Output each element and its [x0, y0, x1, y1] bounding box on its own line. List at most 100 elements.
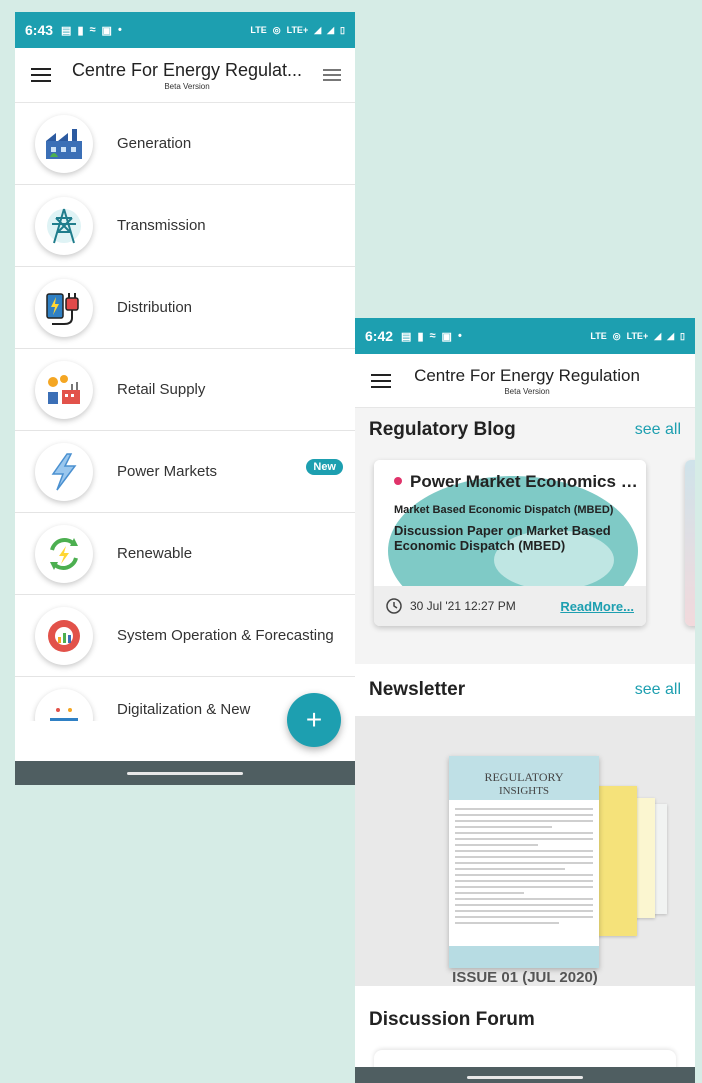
phone-screen-categories: 6:43 ▤ ▮ ≈ ▣ • LTE ◎ LTE+ ◢ ◢ ▯ Centre F… — [15, 12, 355, 785]
blog-card[interactable]: Power Market Economics a... Market Based… — [374, 460, 646, 626]
gear-chart-icon — [35, 606, 93, 665]
cloud-icon: ≈ — [429, 330, 436, 342]
category-item-power-markets[interactable]: Power Markets New — [15, 431, 355, 513]
category-label: Generation — [117, 135, 192, 152]
factory-icon — [35, 114, 93, 173]
digital-icon — [35, 689, 93, 721]
battery-saver-icon: ▮ — [417, 330, 424, 343]
category-label: System Operation & Forecasting — [117, 627, 334, 644]
category-item-retail-supply[interactable]: Retail Supply — [15, 349, 355, 431]
status-bar: 6:42 ▤ ▮ ≈ ▣ • LTE ◎ LTE+ ◢ ◢ ▯ — [355, 318, 695, 354]
category-label: Renewable — [117, 545, 193, 562]
category-item-renewable[interactable]: Renewable — [15, 513, 355, 595]
menu-icon[interactable] — [31, 68, 51, 82]
newsletter-see-all-link[interactable]: see all — [635, 681, 681, 699]
home-gesture-handle[interactable] — [467, 1076, 583, 1079]
lte-plus-label: LTE+ — [286, 25, 309, 35]
menu-icon[interactable] — [371, 373, 391, 388]
status-system-icons: LTE ◎ LTE+ ◢ ◢ ▯ — [250, 25, 345, 36]
section-title: Newsletter — [369, 679, 466, 700]
section-title: Regulatory Blog — [369, 419, 516, 440]
cloud-icon: ≈ — [89, 24, 96, 36]
phone-screen-home: 6:42 ▤ ▮ ≈ ▣ • LTE ◎ LTE+ ◢ ◢ ▯ Centre F… — [355, 318, 695, 1083]
battery-saver-icon: ▮ — [77, 24, 84, 37]
page-title: Centre For Energy Regulation — [414, 365, 640, 385]
page-subtitle: Beta Version — [164, 81, 210, 91]
system-nav-bar — [355, 1067, 695, 1083]
category-item-generation[interactable]: Generation — [15, 103, 355, 185]
home-gesture-handle[interactable] — [127, 771, 243, 775]
battery-icon: ▯ — [340, 24, 345, 35]
section-header: Newsletter see all — [355, 678, 695, 702]
cover-masthead: REGULATORY INSIGHTS — [449, 756, 599, 800]
dot-icon: • — [457, 330, 462, 342]
section-header: Discussion Forum — [355, 1008, 695, 1032]
category-item-system-operation[interactable]: System Operation & Forecasting — [15, 595, 355, 677]
read-more-link[interactable]: ReadMore... — [560, 599, 634, 614]
newsletter-carousel[interactable]: REGULATORY INSIGHTS ISSUE 01 (JUL 2020) — [355, 716, 695, 986]
list-view-icon[interactable] — [323, 69, 341, 81]
volte-label: LTE — [250, 25, 267, 35]
category-label: Retail Supply — [117, 381, 206, 398]
newsletter-cover[interactable]: REGULATORY INSIGHTS — [449, 756, 599, 968]
new-badge: New — [306, 459, 343, 475]
lte-plus-label: LTE+ — [626, 331, 649, 341]
page-subtitle: Beta Version — [504, 386, 550, 396]
dot-icon: • — [117, 24, 122, 36]
app-icon: ▣ — [441, 330, 452, 343]
volte-label: LTE — [590, 331, 607, 341]
status-notification-icons: ▤ ▮ ≈ ▣ • — [401, 330, 462, 343]
hotspot-icon: ◎ — [612, 330, 621, 341]
app-bar-titles: Centre For Energy Regulat... Beta Versio… — [51, 60, 323, 91]
status-notification-icons: ▤ ▮ ≈ ▣ • — [61, 24, 122, 37]
category-item-distribution[interactable]: Distribution — [15, 267, 355, 349]
category-list: Generation Transmission Distribution Ret… — [15, 103, 355, 721]
category-label: Transmission — [117, 217, 206, 234]
clock-icon — [386, 598, 402, 614]
status-system-icons: LTE ◎ LTE+ ◢ ◢ ▯ — [590, 331, 685, 342]
retail-supply-icon — [35, 360, 93, 419]
blog-subtitle: Market Based Economic Dispatch (MBED) — [394, 504, 614, 516]
category-label: Distribution — [117, 299, 193, 316]
cover-text-lines — [449, 800, 599, 936]
message-icon: ▤ — [61, 24, 72, 37]
dot-icon — [394, 476, 402, 485]
signal-icon-2: ◢ — [667, 330, 675, 341]
section-header: Regulatory Blog see all — [355, 418, 695, 442]
system-nav-bar — [15, 761, 355, 785]
signal-icon: ◢ — [314, 24, 322, 35]
blog-card-image: Power Market Economics a... Market Based… — [374, 460, 646, 586]
cover-footer — [449, 946, 599, 968]
add-button[interactable]: + — [287, 693, 341, 747]
signal-icon: ◢ — [654, 330, 662, 341]
app-bar: Centre For Energy Regulation Beta Versio… — [355, 354, 695, 408]
plug-icon — [35, 278, 93, 337]
signal-icon-2: ◢ — [327, 24, 335, 35]
newsletter-section: Newsletter see all REGULATORY INSIGHTS I… — [355, 664, 695, 986]
hotspot-icon: ◎ — [272, 24, 281, 35]
cover-title-line-2: INSIGHTS — [498, 785, 550, 797]
app-icon: ▣ — [101, 24, 112, 37]
category-label: Power Markets — [117, 463, 218, 480]
blog-date: 30 Jul '21 12:27 PM — [410, 599, 516, 613]
category-item-transmission[interactable]: Transmission — [15, 185, 355, 267]
cover-title-line-1: REGULATORY — [484, 770, 564, 784]
status-bar: 6:43 ▤ ▮ ≈ ▣ • LTE ◎ LTE+ ◢ ◢ ▯ — [15, 12, 355, 48]
battery-icon: ▯ — [680, 330, 685, 341]
section-title: Discussion Forum — [369, 1009, 535, 1030]
message-icon: ▤ — [401, 330, 412, 343]
page-title: Centre For Energy Regulat... — [71, 59, 303, 80]
app-bar: Centre For Energy Regulat... Beta Versio… — [15, 48, 355, 103]
blog-card-next[interactable] — [685, 460, 695, 626]
blog-description: Discussion Paper on Market Based Economi… — [394, 523, 611, 553]
status-time: 6:42 — [365, 328, 394, 344]
transmission-tower-icon — [35, 196, 93, 255]
blog-card-footer: 30 Jul '21 12:27 PM ReadMore... — [374, 586, 646, 626]
lightning-icon — [35, 442, 93, 501]
renewable-icon — [35, 524, 93, 583]
newsletter-caption: ISSUE 01 (JUL 2020) — [452, 969, 598, 986]
status-time: 6:43 — [25, 22, 54, 38]
category-label: Digitalization & New — [117, 701, 251, 718]
blog-see-all-link[interactable]: see all — [635, 421, 681, 439]
app-bar-titles: Centre For Energy Regulation Beta Versio… — [391, 366, 663, 396]
